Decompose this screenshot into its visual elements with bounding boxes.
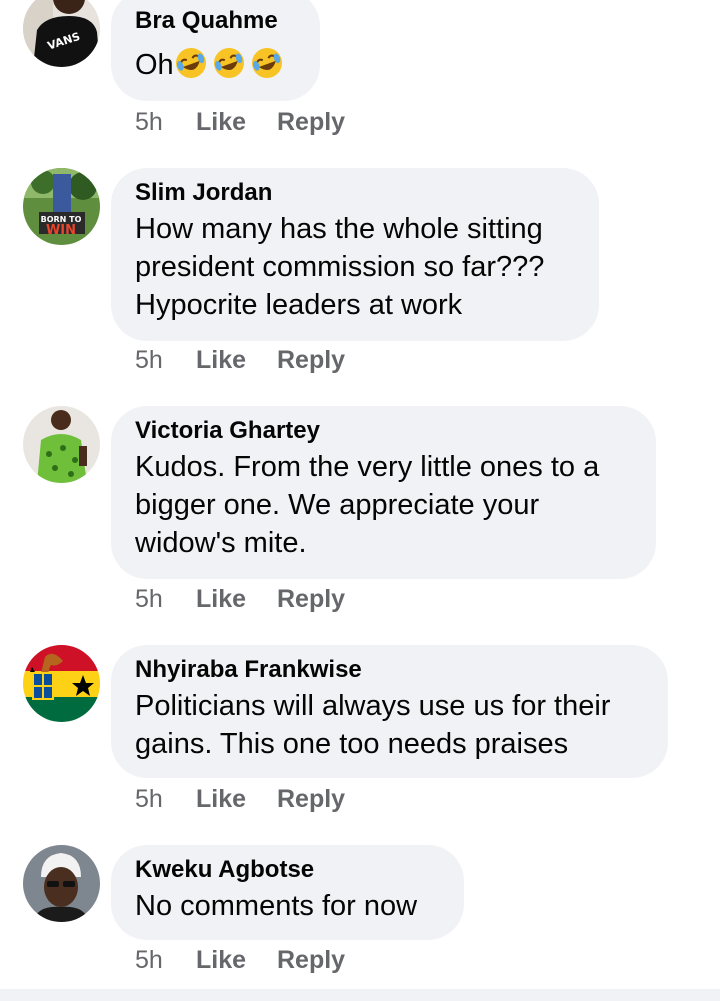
comment-timestamp[interactable]: 5h: [135, 584, 196, 614]
comment-bubble: Victoria Ghartey Kudos. From the very li…: [111, 406, 656, 579]
avatar[interactable]: VANS: [23, 0, 100, 67]
comment-actions: 5h Like Reply: [135, 784, 345, 814]
comment-timestamp[interactable]: 5h: [135, 945, 196, 975]
comment-actions: 5h Like Reply: [135, 945, 345, 975]
rolling-on-floor-laughing-emoji-icon: [212, 46, 250, 90]
comment-text: Oh: [135, 46, 296, 90]
avatar[interactable]: [23, 845, 100, 922]
rolling-on-floor-laughing-emoji-icon: [250, 46, 288, 90]
comment-text-line: widow's mite.: [135, 527, 307, 559]
comment-text-line: Hypocrite leaders at work: [135, 289, 463, 321]
comment-text-line: president commission so far???: [135, 251, 545, 283]
like-button[interactable]: Like: [196, 784, 277, 814]
comment-bubble: Bra Quahme Oh: [111, 0, 320, 101]
comment-bubble: Nhyiraba Frankwise Politicians will alwa…: [111, 645, 668, 778]
like-button[interactable]: Like: [196, 107, 277, 137]
comment-text-line: No comments for now: [135, 890, 418, 922]
comment-timestamp[interactable]: 5h: [135, 107, 196, 137]
reply-button[interactable]: Reply: [277, 584, 345, 614]
comment-bubble: Slim Jordan How many has the whole sitti…: [111, 168, 599, 341]
comment-text-line: Kudos. From the very little ones to a: [135, 451, 600, 483]
comment-actions: 5h Like Reply: [135, 107, 345, 137]
comment-author[interactable]: Bra Quahme: [135, 6, 296, 36]
reply-button[interactable]: Reply: [277, 784, 345, 814]
reply-button[interactable]: Reply: [277, 107, 345, 137]
reply-button[interactable]: Reply: [277, 945, 345, 975]
comment-actions: 5h Like Reply: [135, 345, 345, 375]
comment-text-line: gains. This one too needs praises: [135, 728, 569, 760]
comment-timestamp[interactable]: 5h: [135, 345, 196, 375]
reply-button[interactable]: Reply: [277, 345, 345, 375]
like-button[interactable]: Like: [196, 945, 277, 975]
page-bottom-divider: [0, 989, 720, 1001]
comment-text: How many has the whole sitting president…: [135, 210, 575, 324]
comment-author[interactable]: Victoria Ghartey: [135, 416, 632, 446]
like-button[interactable]: Like: [196, 584, 277, 614]
comment-text-line: How many has the whole sitting: [135, 213, 543, 245]
avatar[interactable]: [23, 645, 100, 722]
comment-text-line: Politicians will always use us for their: [135, 690, 611, 722]
comment-timestamp[interactable]: 5h: [135, 784, 196, 814]
comment-author[interactable]: Nhyiraba Frankwise: [135, 655, 644, 685]
comment-actions: 5h Like Reply: [135, 584, 345, 614]
comment-text: Politicians will always use us for their…: [135, 687, 644, 763]
rolling-on-floor-laughing-emoji-icon: [174, 46, 212, 90]
comment-author[interactable]: Kweku Agbotse: [135, 855, 440, 885]
comment-bubble: Kweku Agbotse No comments for now: [111, 845, 464, 940]
comment-text: No comments for now: [135, 887, 440, 925]
comment-author[interactable]: Slim Jordan: [135, 178, 575, 208]
avatar[interactable]: [23, 406, 100, 483]
comment-text: Kudos. From the very little ones to a bi…: [135, 448, 632, 562]
avatar[interactable]: BORN TO WIN: [23, 168, 100, 245]
like-button[interactable]: Like: [196, 345, 277, 375]
avatar-caption-bottom: WIN: [46, 223, 76, 238]
comment-text-line: bigger one. We appreciate your: [135, 489, 540, 521]
